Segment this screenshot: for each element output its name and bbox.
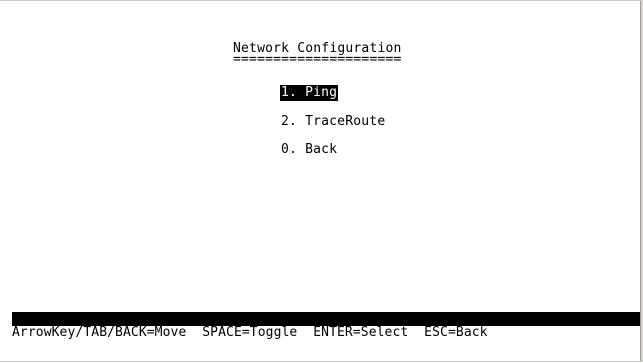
status-bar (12, 312, 640, 326)
menu-item-back[interactable]: 0. Back (280, 142, 338, 158)
terminal-screen: Network Configuration ==================… (12, 1, 640, 363)
title-underline: ===================== (233, 52, 402, 67)
key-help-line: ArrowKey/TAB/BACK=Move SPACE=Toggle ENTE… (12, 325, 488, 340)
menu-item-traceroute[interactable]: 2. TraceRoute (280, 114, 386, 130)
menu-item-ping[interactable]: 1. Ping (280, 85, 339, 101)
terminal-window: Network Configuration ==================… (0, 0, 643, 362)
